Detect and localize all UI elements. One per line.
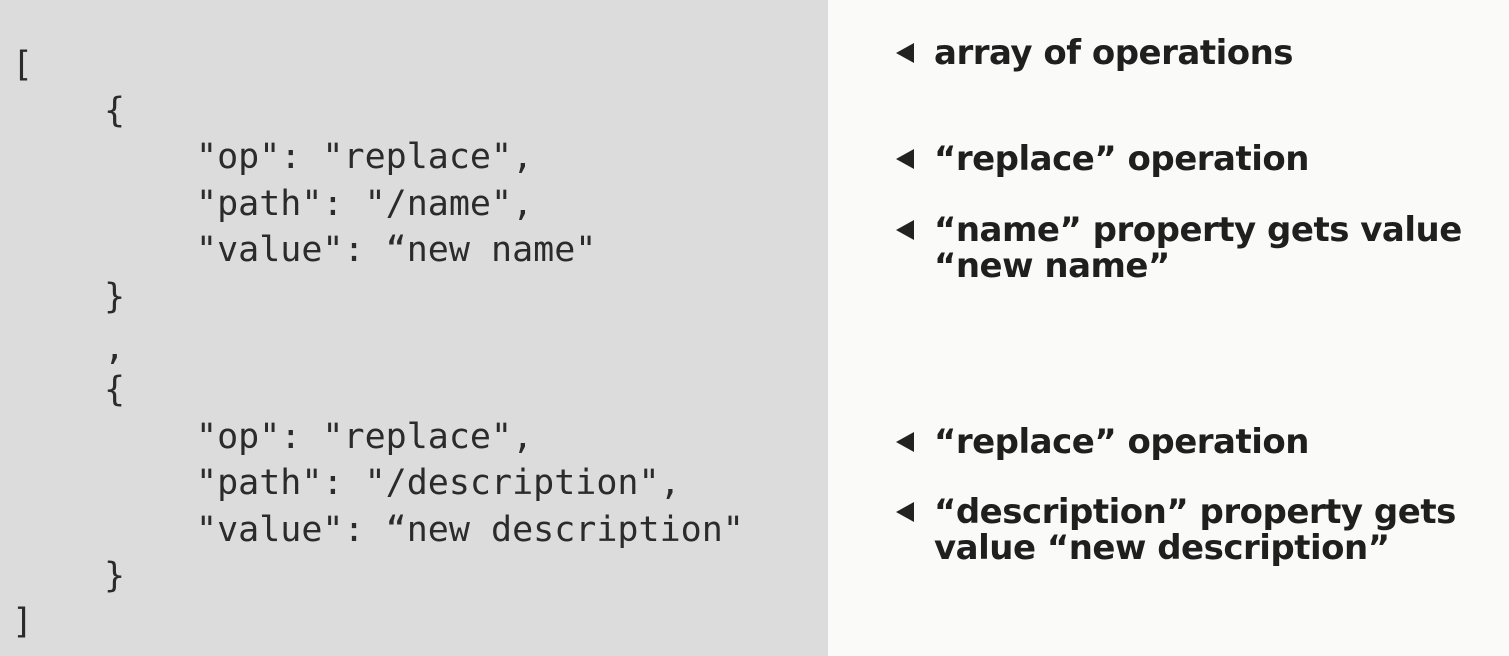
code-line-value-2: "value": “new description" bbox=[196, 510, 744, 550]
code-line-value: "value": “new name" bbox=[196, 230, 597, 270]
code-line-open-brace: { bbox=[104, 91, 126, 131]
code-line-path-2: "path": "/description", bbox=[196, 463, 681, 503]
code-line-path: "path": "/name", bbox=[196, 184, 534, 224]
annotations-panel: array of operations “replace” operation … bbox=[828, 0, 1509, 656]
left-triangle-arrow-icon bbox=[896, 149, 914, 169]
annotation-label: “name” property gets value “new name” bbox=[934, 210, 1462, 286]
json-code-panel: [ { "op": "replace", "path": "/name", "v… bbox=[0, 0, 828, 656]
annotation-label: array of operations bbox=[934, 33, 1294, 73]
annotation-label: “description” property gets value “new d… bbox=[934, 492, 1456, 568]
annotation-replace-op-2: “replace” operation bbox=[896, 424, 1496, 460]
code-line-close-brace: } bbox=[104, 277, 126, 317]
code-line-close-brace-2: } bbox=[104, 556, 126, 596]
code-line-open-brace-2: { bbox=[104, 370, 126, 410]
code-line-comma: , bbox=[104, 328, 126, 368]
left-triangle-arrow-icon bbox=[896, 432, 914, 452]
code-line-open-bracket: [ bbox=[12, 45, 34, 85]
slide: [ { "op": "replace", "path": "/name", "v… bbox=[0, 0, 1509, 656]
left-triangle-arrow-icon bbox=[896, 43, 914, 63]
code-line-op-2: "op": "replace", bbox=[196, 417, 534, 457]
left-triangle-arrow-icon bbox=[896, 502, 914, 522]
annotation-replace-op: “replace” operation bbox=[896, 141, 1496, 177]
annotation-label: “replace” operation bbox=[934, 422, 1309, 462]
annotation-label: “replace” operation bbox=[934, 139, 1309, 179]
annotation-description-value: “description” property gets value “new d… bbox=[896, 494, 1486, 566]
annotation-name-value: “name” property gets value “new name” bbox=[896, 212, 1486, 284]
code-line-op: "op": "replace", bbox=[196, 137, 534, 177]
annotation-array: array of operations bbox=[896, 35, 1496, 71]
left-triangle-arrow-icon bbox=[896, 220, 914, 240]
code-line-close-bracket: ] bbox=[12, 602, 34, 642]
